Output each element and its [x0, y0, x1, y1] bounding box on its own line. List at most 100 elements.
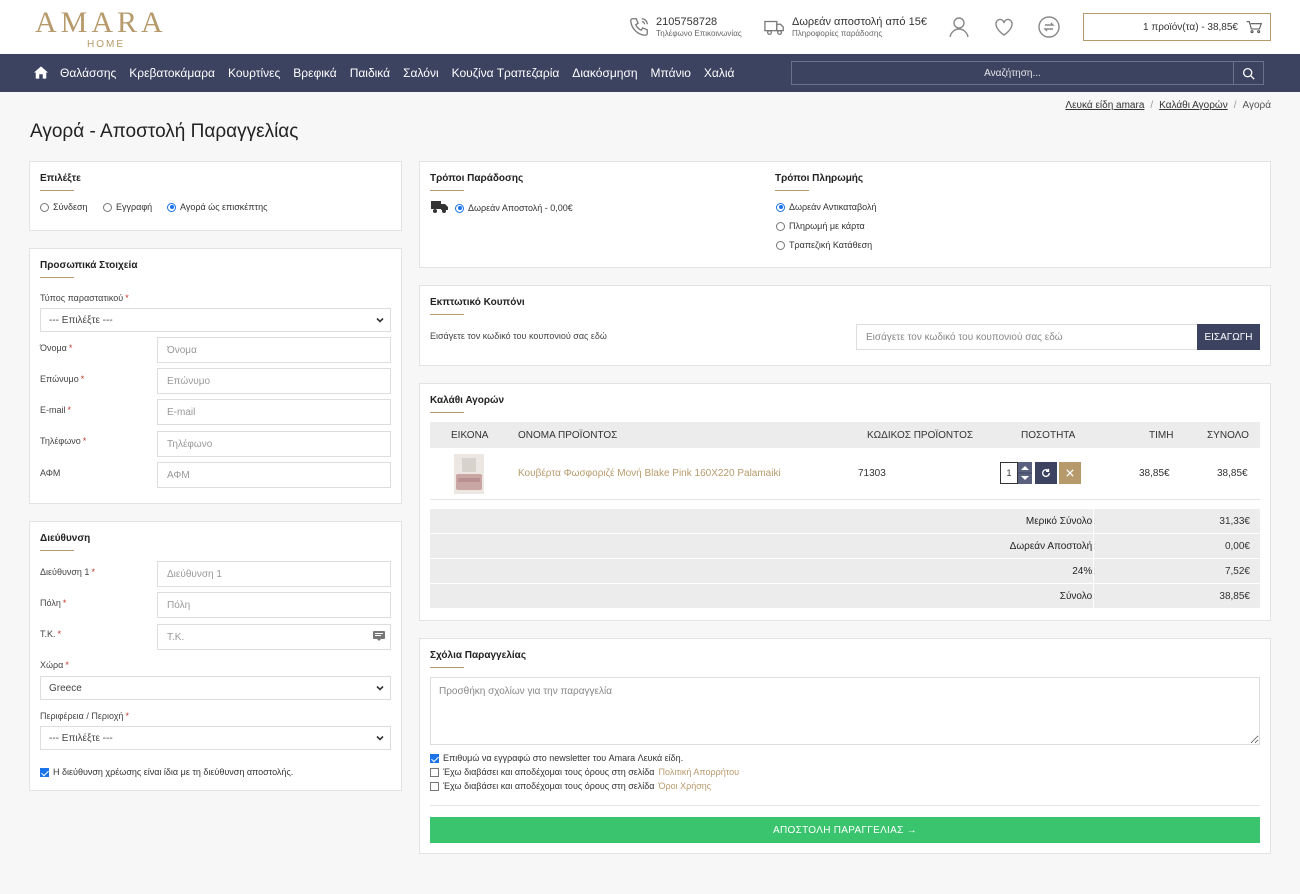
nav-item[interactable]: Παιδικά	[350, 66, 390, 80]
autofill-icon[interactable]	[373, 631, 385, 641]
email-input[interactable]	[157, 399, 391, 425]
radio-login[interactable]: Σύνδεση	[40, 202, 88, 212]
radio-button-selected[interactable]	[776, 202, 785, 212]
remove-item-button[interactable]	[1059, 462, 1081, 484]
delivery-payment-panel: Τρόποι Παράδοσης Δωρεάν Αποστολή - 0,00€…	[419, 161, 1271, 268]
first-name-input[interactable]	[157, 337, 391, 363]
totals-divider	[1093, 509, 1094, 534]
doc-type-select[interactable]: --- Επιλέξτε ---	[40, 308, 391, 332]
breadcrumb-cart[interactable]: Καλάθι Αγορών	[1159, 100, 1228, 111]
privacy-checkbox-row[interactable]: Έχω διαβάσει και αποδέχομαι τους όρους σ…	[430, 767, 739, 777]
region-select[interactable]: --- Επιλέξτε ---	[40, 726, 391, 750]
delivery-title: Τρόποι Παράδοσης	[430, 173, 524, 191]
home-icon[interactable]	[34, 66, 48, 79]
comments-textarea[interactable]	[430, 677, 1260, 745]
radio-card[interactable]: Πληρωμή με κάρτα	[776, 221, 865, 231]
radio-button-selected[interactable]	[455, 203, 464, 213]
column-header: ΠΟΣΟΤΗΤΑ	[1021, 430, 1076, 441]
country-select[interactable]: Greece	[40, 676, 391, 700]
nav-item[interactable]: Διακόσμηση	[572, 66, 637, 80]
compare-icon[interactable]	[1037, 15, 1061, 39]
vat-input[interactable]	[157, 462, 391, 488]
field-label: Πόλη *	[40, 598, 67, 608]
personal-title: Προσωπικά Στοιχεία	[40, 260, 138, 278]
search-input[interactable]	[792, 62, 1233, 84]
product-total: 38,85€	[1217, 468, 1248, 479]
header-shipping[interactable]: Δωρεάν αποστολή από 15€ Πληροφορίες παρά…	[764, 16, 927, 38]
nav-item[interactable]: Κρεβατοκάμαρα	[129, 66, 215, 80]
radio-register[interactable]: Εγγραφή	[103, 202, 152, 212]
last-name-input[interactable]	[157, 368, 391, 394]
choose-panel: Επιλέξτε Σύνδεση Εγγραφή Αγορά ώς επισκέ…	[29, 161, 402, 231]
logo[interactable]: AMARA HOME	[35, 6, 167, 51]
nav-item[interactable]: Χαλιά	[704, 66, 735, 80]
radio-button[interactable]	[103, 202, 112, 212]
terms-checkbox-row[interactable]: Έχω διαβάσει και αποδέχομαι τους όρους σ…	[430, 781, 711, 791]
phone-icon	[630, 18, 648, 36]
field-label: Τ.Κ. *	[40, 629, 62, 639]
country-value: Greece	[49, 682, 82, 694]
logo-text: AMARA	[35, 6, 167, 39]
cart-icon	[1246, 21, 1262, 34]
cart-summary-button[interactable]: 1 προϊόν(τα) - 38,85€	[1083, 13, 1271, 41]
privacy-checkbox[interactable]	[430, 767, 439, 777]
terms-of-use-link[interactable]: Όροι Χρήσης	[659, 781, 712, 791]
address-input[interactable]	[157, 561, 391, 587]
postcode-input[interactable]	[157, 624, 391, 650]
address-panel: Διεύθυνση Διεύθυνση 1* Πόλη* Τ.Κ.* Χώρα*…	[29, 521, 402, 791]
cart-summary-text: 1 προϊόν(τα) - 38,85€	[1143, 21, 1238, 33]
nav-item[interactable]: Βρεφικά	[293, 66, 336, 80]
quantity-stepper[interactable]	[1018, 462, 1032, 484]
user-icon[interactable]	[947, 15, 971, 39]
product-name-link[interactable]: Κουβέρτα Φωσφοριζέ Μονή Blake Pink 160X2…	[518, 468, 781, 479]
totals-divider	[1093, 584, 1094, 609]
choose-title: Επιλέξτε	[40, 173, 81, 191]
radio-button[interactable]	[40, 202, 49, 212]
newsletter-checkbox-row[interactable]: Επιθυμώ να εγγραφώ στο newsletter του Am…	[430, 753, 683, 763]
submit-order-button[interactable]: ΑΠΟΣΤΟΛΗ ΠΑΡΑΓΓΕΛΙΑΣ →	[430, 817, 1260, 843]
radio-cod[interactable]: Δωρεάν Αντικαταβολή	[776, 202, 877, 212]
chevron-down-icon	[376, 685, 384, 691]
totals-label: Σύνολο:	[1059, 591, 1095, 602]
quantity-input[interactable]: 1	[1000, 462, 1018, 484]
terms-checkbox[interactable]	[430, 781, 439, 791]
nav-item[interactable]: Σαλόνι	[403, 66, 439, 80]
stepper-arrows-icon	[1018, 466, 1032, 480]
site-header: AMARA HOME 2105758728 Τηλέφωνο Επικοινων…	[0, 0, 1300, 54]
heart-icon[interactable]	[992, 15, 1016, 39]
radio-bank[interactable]: Τραπεζική Κατάθεση	[776, 240, 872, 250]
breadcrumb-home[interactable]: Λευκά είδη amara	[1065, 100, 1144, 111]
nav-item[interactable]: Κουρτίνες	[228, 66, 280, 80]
radio-button[interactable]	[776, 221, 785, 231]
nav-item[interactable]: Θαλάσσης	[60, 66, 116, 80]
radio-free-delivery[interactable]: Δωρεάν Αποστολή - 0,00€	[455, 203, 573, 213]
same-address-checkbox-row[interactable]: Η διεύθυνση χρέωσης είναι ίδια με τη διε…	[40, 767, 293, 777]
doc-type-label: Τύπος παραστατικού *	[40, 293, 129, 303]
nav-item[interactable]: Κουζίνα Τραπεζαρία	[452, 66, 560, 80]
product-thumbnail[interactable]	[454, 454, 484, 494]
same-address-checkbox[interactable]	[40, 767, 49, 777]
coupon-input[interactable]	[856, 324, 1198, 350]
doc-type-value: --- Επιλέξτε ---	[49, 314, 113, 326]
main-nav: Θαλάσσης Κρεβατοκάμαρα Κουρτίνες Βρεφικά…	[0, 54, 1300, 92]
cart-title: Καλάθι Αγορών	[430, 395, 505, 413]
newsletter-checkbox[interactable]	[430, 753, 439, 763]
nav-item[interactable]: Μπάνιο	[651, 66, 691, 80]
country-label: Χώρα *	[40, 660, 69, 670]
update-quantity-button[interactable]	[1035, 462, 1057, 484]
radio-button-selected[interactable]	[167, 202, 176, 212]
privacy-policy-link[interactable]: Πολιτική Απορρήτου	[659, 767, 740, 777]
apply-coupon-button[interactable]: ΕΙΣΑΓΩΓΗ	[1197, 324, 1260, 350]
field-label: Διεύθυνση 1 *	[40, 567, 95, 577]
city-input[interactable]	[157, 592, 391, 618]
header-phone[interactable]: 2105758728 Τηλέφωνο Επικοινωνίας	[628, 16, 742, 38]
same-address-label: Η διεύθυνση χρέωσης είναι ίδια με τη διε…	[53, 767, 294, 777]
address-title: Διεύθυνση	[40, 533, 91, 551]
phone-input[interactable]	[157, 431, 391, 457]
radio-guest[interactable]: Αγορά ώς επισκέπτης	[167, 202, 267, 212]
radio-label: Πληρωμή με κάρτα	[789, 221, 865, 231]
search-button[interactable]	[1233, 62, 1263, 84]
totals-row-total: Σύνολο: 38,85€	[430, 584, 1260, 609]
radio-button[interactable]	[776, 240, 785, 250]
radio-label: Δωρεάν Αντικαταβολή	[789, 202, 877, 212]
